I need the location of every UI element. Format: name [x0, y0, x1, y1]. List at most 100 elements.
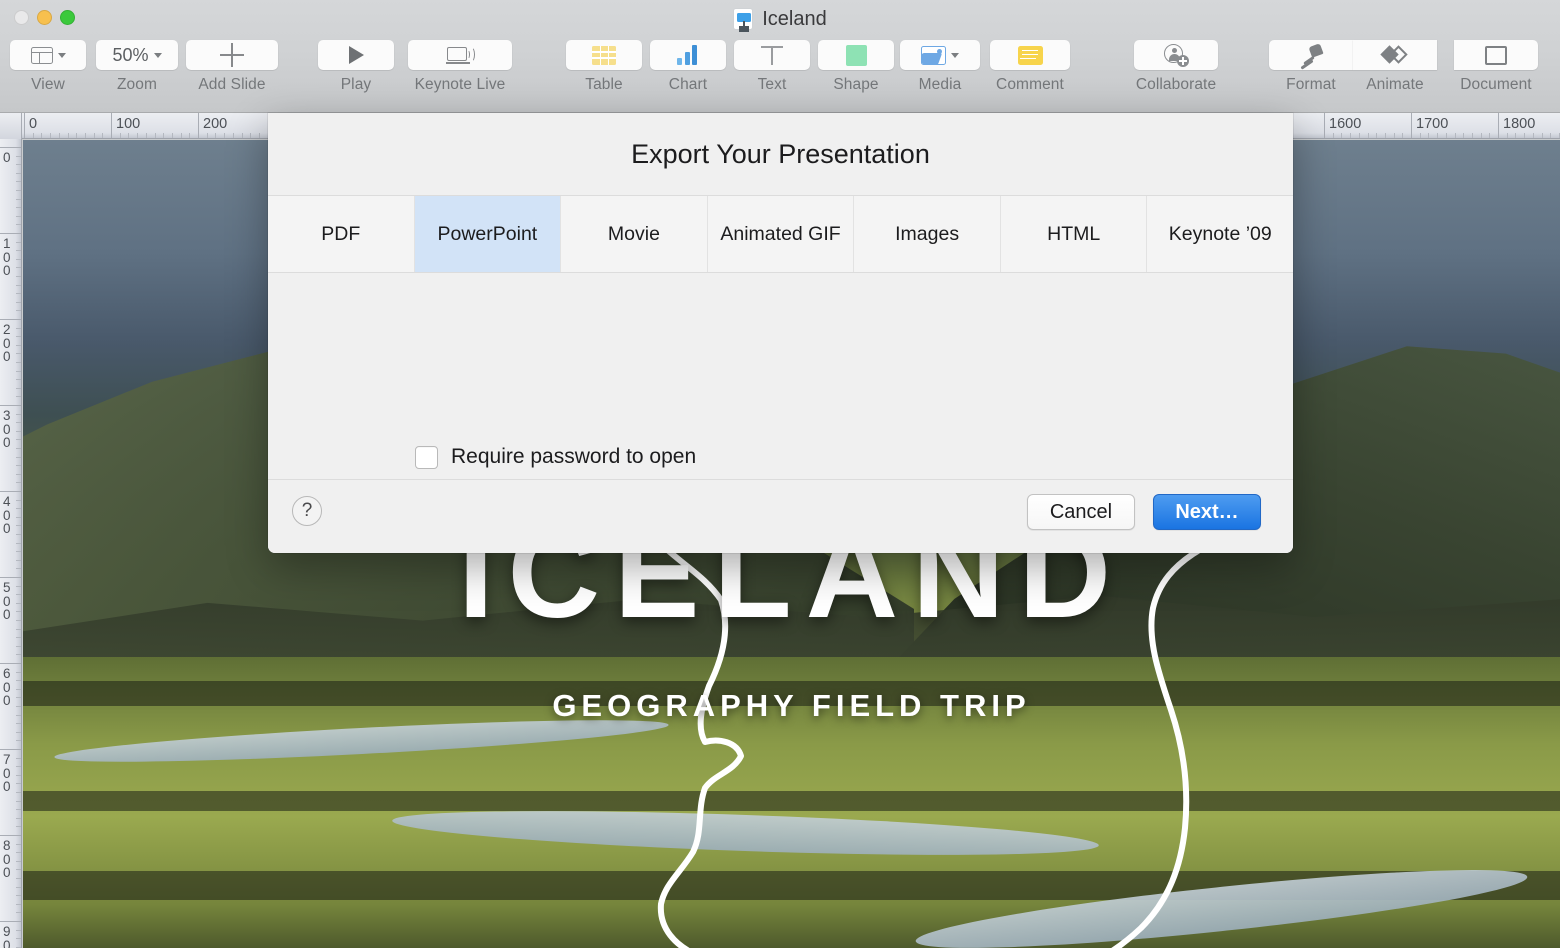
toolbar-item-zoom[interactable]: 50% Zoom — [96, 40, 178, 94]
ruler-minor-tick — [16, 637, 21, 638]
toolbar-item-document[interactable]: Document — [1446, 40, 1546, 94]
ruler-minor-tick — [16, 293, 21, 294]
toolbar-label-zoom: Zoom — [117, 76, 157, 94]
ruler-minor-tick — [215, 133, 216, 138]
ruler-minor-tick — [102, 133, 103, 138]
toolbar-item-text[interactable]: Text — [734, 40, 810, 94]
export-tab-label: Images — [895, 223, 959, 246]
export-tab-label: PowerPoint — [438, 223, 538, 246]
ruler-minor-tick — [16, 783, 21, 784]
export-tab-powerpoint[interactable]: PowerPoint — [415, 196, 562, 272]
help-button[interactable]: ? — [292, 496, 322, 526]
ruler-minor-tick — [1402, 133, 1403, 138]
ruler-minor-tick — [16, 457, 21, 458]
ruler-h-label: 0 — [29, 116, 37, 132]
ruler-major-tick — [0, 405, 22, 406]
ruler-v-label: 0 — [3, 151, 17, 165]
ruler-v-label: 800 — [3, 839, 17, 880]
ruler-minor-tick — [16, 164, 21, 165]
ruler-minor-tick — [16, 689, 21, 690]
ruler-minor-tick — [16, 414, 21, 415]
require-password-row[interactable]: Require password to open — [415, 445, 696, 469]
ruler-minor-tick — [16, 431, 21, 432]
export-tab-html[interactable]: HTML — [1001, 196, 1148, 272]
ruler-minor-tick — [16, 448, 21, 449]
toolbar-label-table: Table — [585, 76, 623, 94]
export-tab-label: HTML — [1047, 223, 1100, 246]
toolbar-item-add-slide[interactable]: Add Slide — [186, 40, 278, 94]
ruler-major-tick — [1411, 113, 1412, 139]
ruler-minor-tick — [207, 133, 208, 138]
chevron-down-icon — [58, 53, 66, 58]
toolbar-item-play[interactable]: Play — [318, 40, 394, 94]
ruler-major-tick — [0, 233, 22, 234]
ruler-minor-tick — [16, 525, 21, 526]
ruler-minor-tick — [1420, 133, 1421, 138]
require-password-label: Require password to open — [451, 445, 696, 469]
toolbar-label-shape: Shape — [833, 76, 878, 94]
ruler-minor-tick — [16, 560, 21, 561]
ruler-minor-tick — [1533, 133, 1534, 138]
ruler-minor-tick — [1394, 133, 1395, 138]
require-password-checkbox[interactable] — [415, 446, 438, 469]
window-title-bar: Iceland — [0, 5, 1560, 33]
ruler-minor-tick — [16, 474, 21, 475]
document-icon — [1485, 46, 1507, 65]
ruler-minor-tick — [128, 133, 129, 138]
toolbar-item-keynote-live[interactable]: Keynote Live — [408, 40, 512, 94]
ruler-minor-tick — [16, 465, 21, 466]
ruler-v-label: 200 — [3, 323, 17, 364]
toolbar-label-media: Media — [919, 76, 962, 94]
ruler-minor-tick — [16, 818, 21, 819]
export-tab-movie[interactable]: Movie — [561, 196, 708, 272]
cancel-button[interactable]: Cancel — [1027, 494, 1135, 530]
ruler-minor-tick — [250, 133, 251, 138]
keynote-live-icon — [447, 46, 473, 64]
animate-diamond-icon — [1382, 45, 1408, 65]
ruler-major-tick — [1324, 113, 1325, 139]
ruler-minor-tick — [16, 302, 21, 303]
toolbar-item-shape[interactable]: Shape — [818, 40, 894, 94]
ruler-minor-tick — [85, 133, 86, 138]
toolbar-item-animate[interactable]: Animate — [1362, 40, 1428, 94]
ruler-minor-tick — [1550, 133, 1551, 138]
ruler-minor-tick — [1542, 133, 1543, 138]
export-tab-pdf[interactable]: PDF — [268, 196, 415, 272]
toolbar-item-table[interactable]: Table — [566, 40, 642, 94]
ruler-minor-tick — [1481, 133, 1482, 138]
collaborate-icon — [1164, 44, 1188, 66]
toolbar-item-view[interactable]: View — [10, 40, 86, 94]
dialog-action-buttons: Cancel Next… — [1027, 494, 1261, 530]
ruler-minor-tick — [16, 568, 21, 569]
ruler-minor-tick — [16, 629, 21, 630]
ruler-minor-tick — [16, 732, 21, 733]
ruler-minor-tick — [16, 259, 21, 260]
export-tab-keynote-09[interactable]: Keynote ’09 — [1147, 196, 1293, 272]
ruler-minor-tick — [16, 611, 21, 612]
ruler-minor-tick — [16, 826, 21, 827]
toolbar-item-chart[interactable]: Chart — [650, 40, 726, 94]
ruler-minor-tick — [16, 680, 21, 681]
toolbar-item-media[interactable]: Media — [900, 40, 980, 94]
toolbar-item-comment[interactable]: Comment — [990, 40, 1070, 94]
export-tab-animated-gif[interactable]: Animated GIF — [708, 196, 855, 272]
dialog-body: Require password to open Advanced Option… — [268, 273, 1293, 479]
ruler-minor-tick — [189, 133, 190, 138]
ruler-corner — [0, 113, 22, 139]
export-tab-images[interactable]: Images — [854, 196, 1001, 272]
toolbar-item-collaborate[interactable]: Collaborate — [1134, 40, 1218, 94]
chevron-down-icon — [951, 53, 959, 58]
toolbar-label-comment: Comment — [996, 76, 1064, 94]
ruler-v-label: 100 — [3, 237, 17, 278]
vertical-ruler[interactable]: 0100200300400500600700800900 — [0, 139, 22, 948]
ruler-minor-tick — [242, 133, 243, 138]
export-format-tabs: PDF PowerPoint MovieAnimated GIF Images HTML… — [268, 195, 1293, 273]
next-button[interactable]: Next… — [1153, 494, 1261, 530]
ruler-minor-tick — [1515, 133, 1516, 138]
ruler-minor-tick — [16, 310, 21, 311]
ruler-minor-tick — [16, 156, 21, 157]
toolbar-item-format[interactable]: Format — [1278, 40, 1344, 94]
ruler-minor-tick — [16, 723, 21, 724]
toolbar-label-format: Format — [1286, 76, 1336, 94]
ruler-minor-tick — [1455, 133, 1456, 138]
